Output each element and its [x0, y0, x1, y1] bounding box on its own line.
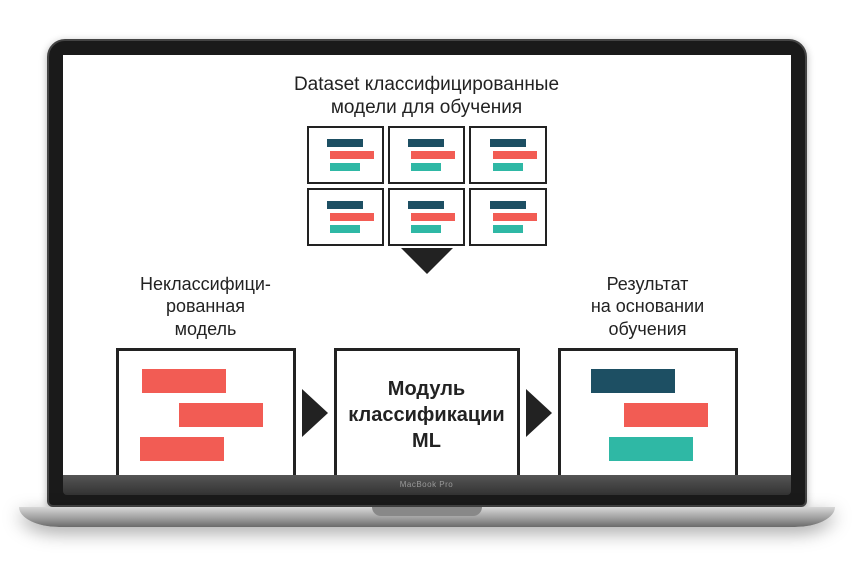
output-label-line3: обучения [608, 319, 686, 339]
bar-coral [493, 151, 537, 159]
input-label: Неклассифици- рованная модель [140, 272, 271, 340]
ml-module-box: Модуль классификации ML [334, 348, 520, 475]
dataset-sample [388, 188, 465, 246]
arrow-down-icon [401, 248, 453, 274]
bar-teal [330, 163, 360, 171]
output-label-line2: на основании [591, 296, 704, 316]
bar-coral [330, 151, 374, 159]
bar-coral [493, 213, 537, 221]
bar-teal [411, 225, 441, 233]
center-label-line2: классификации [348, 404, 504, 426]
bar-teal [493, 225, 523, 233]
dataset-sample [469, 126, 546, 184]
bar-navy [327, 139, 363, 147]
dataset-title-line2: модели для обучения [331, 97, 522, 118]
laptop-notch [372, 507, 482, 516]
dataset-title-line1: Dataset классифицированные [294, 74, 559, 95]
bar-coral [179, 403, 263, 427]
center-label-line1: Модуль [388, 378, 465, 400]
arrow-right-icon [526, 389, 552, 437]
bar-teal [609, 437, 693, 461]
bar-coral [624, 403, 708, 427]
output-label: Результат на основании обучения [591, 272, 704, 340]
bar-navy [327, 201, 363, 209]
main-flow-row: Неклассифици- рованная модель [87, 272, 767, 475]
bar-coral [140, 437, 224, 461]
output-label-line1: Результат [607, 274, 689, 294]
dataset-sample [469, 188, 546, 246]
dataset-sample [388, 126, 465, 184]
device-label: MacBook Pro [400, 480, 454, 489]
bar-coral [330, 213, 374, 221]
bar-teal [330, 225, 360, 233]
ml-diagram: Dataset классифицированные модели для об… [63, 55, 791, 475]
input-column: Неклассифици- рованная модель [116, 272, 296, 475]
bar-navy [408, 201, 444, 209]
bar-coral [142, 369, 226, 393]
center-label-line3: ML [412, 430, 441, 452]
laptop-frame: Dataset классифицированные модели для об… [47, 39, 807, 527]
bar-coral [411, 151, 455, 159]
bar-teal [411, 163, 441, 171]
bar-navy [490, 201, 526, 209]
input-model-box [116, 348, 296, 475]
output-column: Результат на основании обучения [558, 272, 738, 475]
input-label-line2: рованная [166, 296, 245, 316]
laptop-hinge: MacBook Pro [63, 475, 791, 495]
input-label-line1: Неклассифици- [140, 274, 271, 294]
dataset-sample [307, 188, 384, 246]
arrow-right-icon [302, 389, 328, 437]
screen: Dataset классифицированные модели для об… [63, 55, 791, 475]
dataset-title: Dataset классифицированные модели для об… [87, 73, 767, 121]
center-column: xxx Модуль классификации ML [334, 272, 520, 475]
bar-navy [408, 139, 444, 147]
input-label-line3: модель [175, 319, 237, 339]
bar-navy [591, 369, 675, 393]
bar-navy [490, 139, 526, 147]
dataset-sample [307, 126, 384, 184]
dataset-grid [307, 126, 547, 246]
laptop-base [19, 507, 835, 527]
output-model-box [558, 348, 738, 475]
screen-bezel: Dataset классифицированные модели для об… [47, 39, 807, 507]
bar-coral [411, 213, 455, 221]
bar-teal [493, 163, 523, 171]
